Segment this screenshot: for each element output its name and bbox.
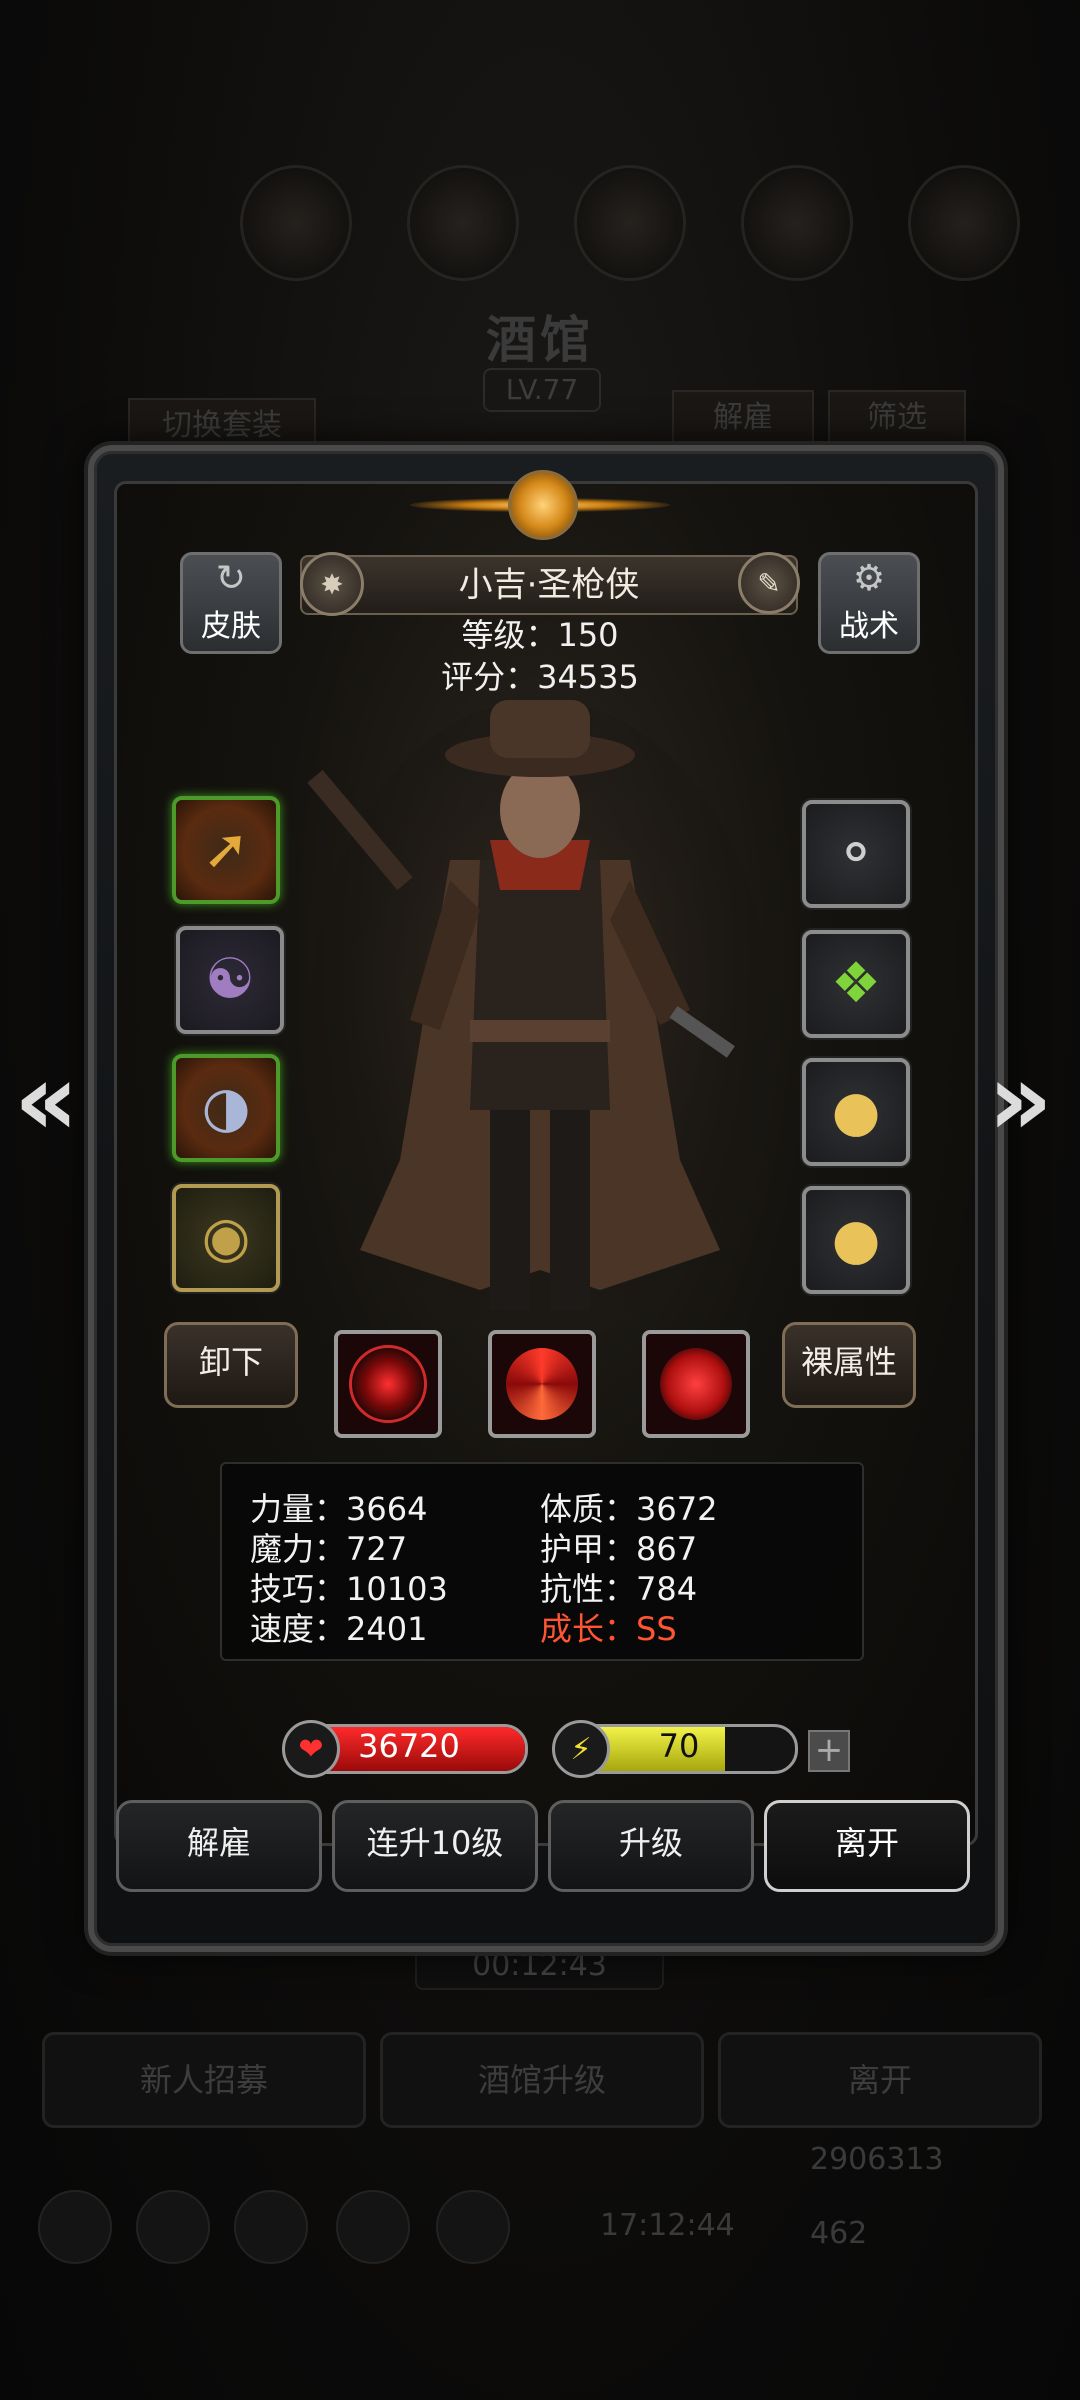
golden-rifle-icon: ➚	[202, 817, 250, 882]
level-up-button[interactable]: 升级	[548, 1800, 754, 1892]
bg-gems: 462	[810, 2216, 868, 2251]
top-icon-row	[240, 165, 1020, 281]
heart-icon: ❤	[282, 1720, 340, 1778]
bg-filter-button: 筛选	[828, 390, 966, 446]
crosshair-skill-icon	[349, 1345, 427, 1423]
menu-icon	[38, 2190, 112, 2264]
weapon-slot[interactable]: ➚	[172, 796, 280, 904]
gold-medallion-icon: ◉	[201, 1205, 251, 1270]
gear-icon: ⚙	[852, 558, 886, 599]
charm-slot-1[interactable]: ●	[802, 1058, 910, 1166]
menu-icon	[136, 2190, 210, 2264]
prev-hero-arrow-icon[interactable]: «	[14, 1050, 79, 1150]
menu-icon	[574, 165, 686, 281]
hero-name: 小吉·圣枪侠	[458, 565, 640, 605]
lightning-icon: ⚡	[552, 1720, 610, 1778]
bg-gold: 2906313	[810, 2142, 944, 2177]
hero-name-bar: 小吉·圣枪侠	[300, 555, 798, 615]
skill-slot-2[interactable]	[488, 1330, 596, 1438]
bg-dismiss-button: 解雇	[672, 390, 814, 446]
tavern-level: LV.77	[483, 368, 601, 412]
recruit-button: 新人招募	[42, 2032, 366, 2128]
green-gem-icon: ❖	[830, 951, 882, 1016]
coat-armor-icon: ☯	[204, 947, 256, 1012]
dismiss-button[interactable]: 解雇	[116, 1800, 322, 1892]
edit-name-icon[interactable]: ✎	[738, 552, 800, 614]
attributes-panel: 力量：3664 体质：3672 魔力：727 护甲：867 技巧：10103 抗…	[220, 1462, 864, 1661]
skill-slot-3[interactable]	[642, 1330, 750, 1438]
next-hero-arrow-icon[interactable]: »	[988, 1050, 1053, 1150]
lantern-charm-icon: ●	[831, 1207, 881, 1272]
bg-clock: 17:12:44	[600, 2208, 735, 2243]
armor-slot[interactable]: ☯	[176, 926, 284, 1034]
target-skill-icon	[660, 1348, 732, 1420]
charm-slot-2[interactable]: ●	[802, 1186, 910, 1294]
menu-icon	[336, 2190, 410, 2264]
hero-character-image	[307, 700, 770, 1340]
skill-slot-1[interactable]	[334, 1330, 442, 1438]
lantern-charm-icon: ●	[831, 1079, 881, 1144]
menu-icon	[234, 2190, 308, 2264]
ring-slot[interactable]: ⚬	[802, 800, 910, 908]
crest-emblem-icon	[508, 470, 578, 540]
tavern-upgrade-button: 酒馆升级	[380, 2032, 704, 2128]
shirt-icon: ↻	[215, 558, 247, 599]
menu-icon	[436, 2190, 510, 2264]
add-energy-button[interactable]: +	[808, 1730, 850, 1772]
growth-stat: 成长：SS	[540, 1610, 677, 1648]
leave-button[interactable]: 离开	[764, 1800, 970, 1892]
unequip-button[interactable]: 卸下	[164, 1322, 298, 1408]
hero-level: 等级：150	[461, 616, 619, 654]
menu-icon	[741, 165, 853, 281]
gem-slot[interactable]: ❖	[802, 930, 910, 1038]
badge-icon[interactable]: ✸	[300, 552, 364, 616]
base-attributes-button[interactable]: 裸属性	[782, 1322, 916, 1408]
menu-icon	[908, 165, 1020, 281]
accessory-slot[interactable]: ◉	[172, 1184, 280, 1292]
helmet-icon: ◑	[201, 1075, 251, 1140]
amulet-ring-icon: ⚬	[832, 821, 880, 886]
speed-stat: 速度：2401	[250, 1610, 428, 1648]
helmet-slot[interactable]: ◑	[172, 1054, 280, 1162]
bg-leave-button: 离开	[718, 2032, 1042, 2128]
tavern-title: 酒馆	[486, 311, 594, 369]
level-up-10-button[interactable]: 连升10级	[332, 1800, 538, 1892]
menu-icon	[407, 165, 519, 281]
menu-icon	[240, 165, 352, 281]
vortex-skill-icon	[506, 1348, 578, 1420]
